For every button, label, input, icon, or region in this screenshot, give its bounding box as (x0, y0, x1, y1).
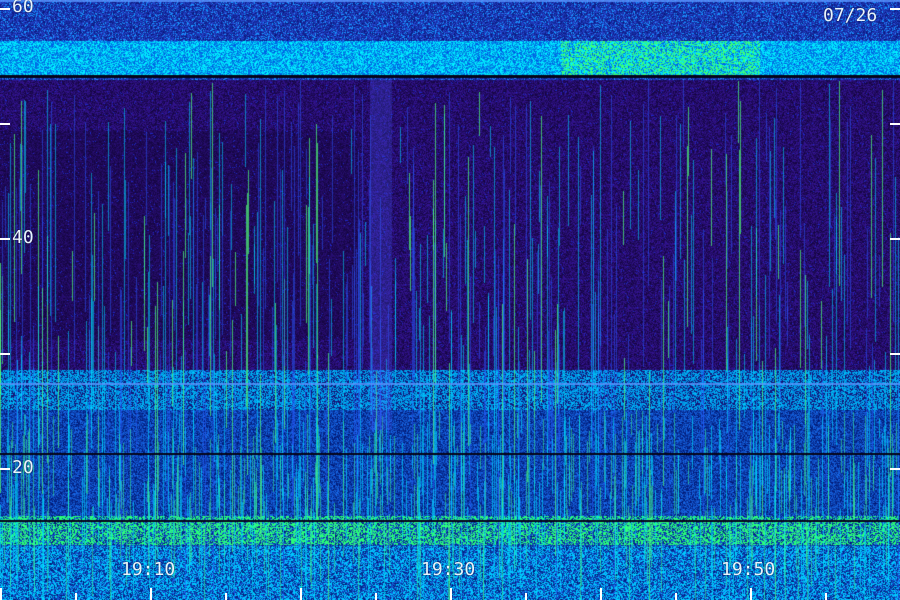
y-tick-right (890, 123, 900, 125)
y-label-60: 60 (12, 0, 34, 17)
y-label-40: 40 (12, 227, 34, 248)
date-label: 07/26 (823, 5, 878, 26)
y-tick-left (0, 8, 10, 10)
y-tick-right (890, 468, 900, 470)
x-tick (300, 588, 302, 600)
x-tick (675, 593, 677, 600)
x-label-1910: 19:10 (121, 559, 176, 580)
spectrogram-canvas (0, 0, 900, 600)
y-tick-right (890, 353, 900, 355)
y-tick-left (0, 468, 10, 470)
x-tick (375, 593, 377, 600)
y-tick-left (0, 353, 10, 355)
x-tick (525, 593, 527, 600)
x-tick (450, 588, 452, 600)
x-tick (600, 588, 602, 600)
x-tick (825, 593, 827, 600)
y-label-20: 20 (12, 457, 34, 478)
x-tick (750, 588, 752, 600)
x-tick (225, 593, 227, 600)
y-tick-right (890, 238, 900, 240)
x-tick (0, 588, 2, 600)
x-label-1930: 19:30 (421, 559, 476, 580)
y-tick-left (0, 238, 10, 240)
y-tick-left (0, 123, 10, 125)
x-tick (150, 588, 152, 600)
x-label-1950: 19:50 (721, 559, 776, 580)
y-tick-right (890, 8, 900, 10)
x-tick (75, 593, 77, 600)
